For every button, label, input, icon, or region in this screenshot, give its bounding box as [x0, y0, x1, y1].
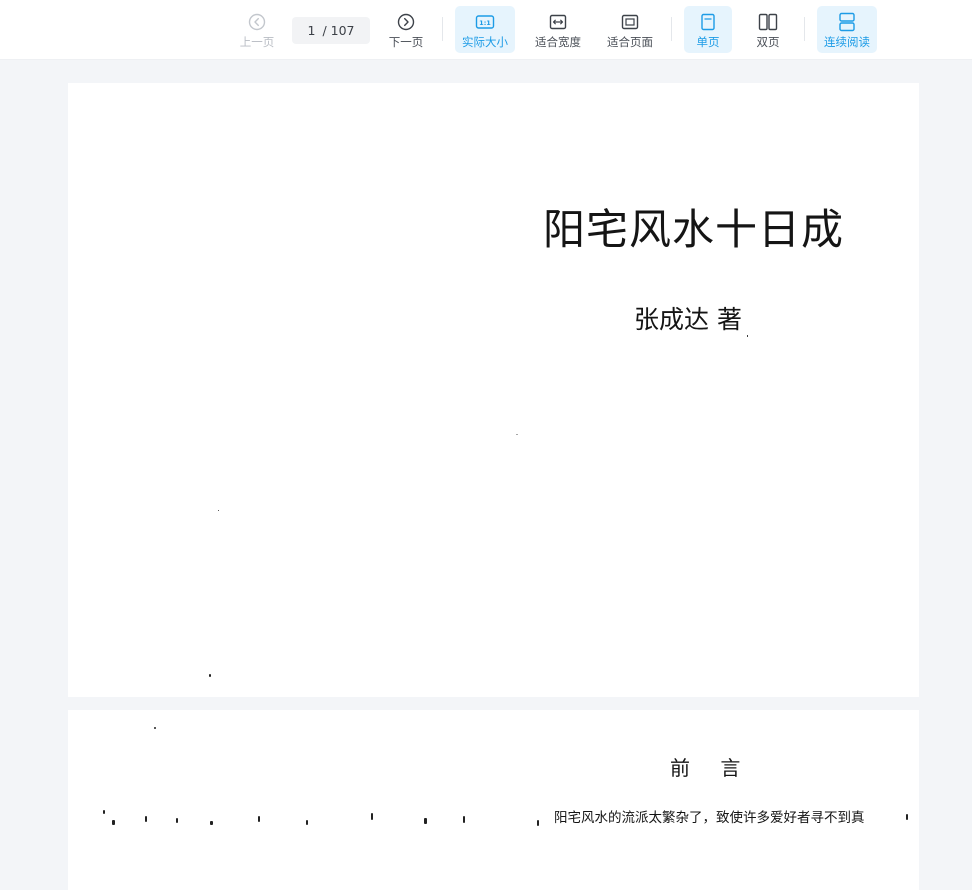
actual-size-button[interactable]: 1:1 实际大小 — [455, 6, 515, 53]
scan-speck — [103, 810, 105, 814]
current-page-input[interactable]: 1 — [308, 23, 316, 38]
scan-speck — [176, 818, 178, 823]
toolbar-divider — [671, 17, 672, 41]
prev-page-button[interactable]: 上一页 — [232, 6, 282, 53]
scan-speck — [371, 813, 373, 820]
chevron-right-circle-icon — [397, 11, 415, 33]
fit-width-icon — [549, 11, 567, 33]
preface-heading: 前 言 — [670, 756, 753, 780]
chevron-left-circle-icon — [248, 11, 266, 33]
actual-size-label: 实际大小 — [462, 35, 508, 49]
next-page-button[interactable]: 下一页 — [381, 6, 431, 53]
scan-speck — [463, 816, 465, 823]
scan-speck — [424, 818, 427, 824]
prev-page-label: 上一页 — [239, 35, 275, 49]
next-page-label: 下一页 — [388, 35, 424, 49]
scan-speck — [210, 821, 213, 825]
scan-speck — [209, 674, 211, 677]
scan-speck — [747, 335, 748, 337]
scan-speck — [258, 816, 260, 822]
double-page-button[interactable]: 双页 — [744, 6, 792, 53]
scan-speck — [537, 820, 539, 826]
toolbar-divider — [804, 17, 805, 41]
fit-width-button[interactable]: 适合宽度 — [528, 6, 588, 53]
continuous-reading-button[interactable]: 连续阅读 — [817, 6, 877, 53]
document-page-2: 前 言 阳宅风水的流派太繁杂了，致使许多爱好者寻不到真 — [68, 710, 919, 890]
scan-speck — [112, 820, 115, 825]
book-title: 阳宅风水十日成 — [543, 205, 845, 254]
fit-page-icon — [621, 11, 639, 33]
single-page-button[interactable]: 单页 — [684, 6, 732, 53]
single-page-icon — [700, 11, 716, 33]
double-page-icon — [758, 11, 778, 33]
actual-size-badge: 1:1 — [479, 19, 491, 27]
scan-speck — [154, 727, 156, 729]
scan-speck — [516, 434, 518, 435]
scan-speck — [145, 816, 147, 822]
scan-speck — [306, 820, 308, 825]
fit-page-label: 适合页面 — [607, 35, 653, 49]
page-number-field[interactable]: 1 / 107 — [292, 17, 370, 44]
total-pages: / 107 — [322, 23, 355, 38]
preface-text-line: 阳宅风水的流派太繁杂了，致使许多爱好者寻不到真 — [554, 810, 865, 826]
actual-size-icon: 1:1 — [475, 11, 495, 33]
double-page-label: 双页 — [756, 35, 780, 49]
toolbar-divider — [442, 17, 443, 41]
single-page-label: 单页 — [696, 35, 720, 49]
document-viewport[interactable]: 阳宅风水十日成 张成达 著 前 言 阳宅风水的流派太繁杂了，致使许多爱好者寻不到… — [0, 60, 972, 890]
book-author: 张成达 著 — [634, 305, 742, 334]
viewer-toolbar: 上一页 1 / 107 下一页 1:1 实际大小 适合宽度 适合页面 单页 双页… — [0, 0, 972, 60]
scan-speck — [218, 510, 219, 511]
document-page-1: 阳宅风水十日成 张成达 著 — [68, 83, 919, 697]
scan-speck — [906, 814, 908, 820]
fit-width-label: 适合宽度 — [535, 35, 581, 49]
continuous-scroll-icon — [838, 11, 856, 33]
fit-page-button[interactable]: 适合页面 — [600, 6, 660, 53]
continuous-reading-label: 连续阅读 — [824, 35, 870, 49]
